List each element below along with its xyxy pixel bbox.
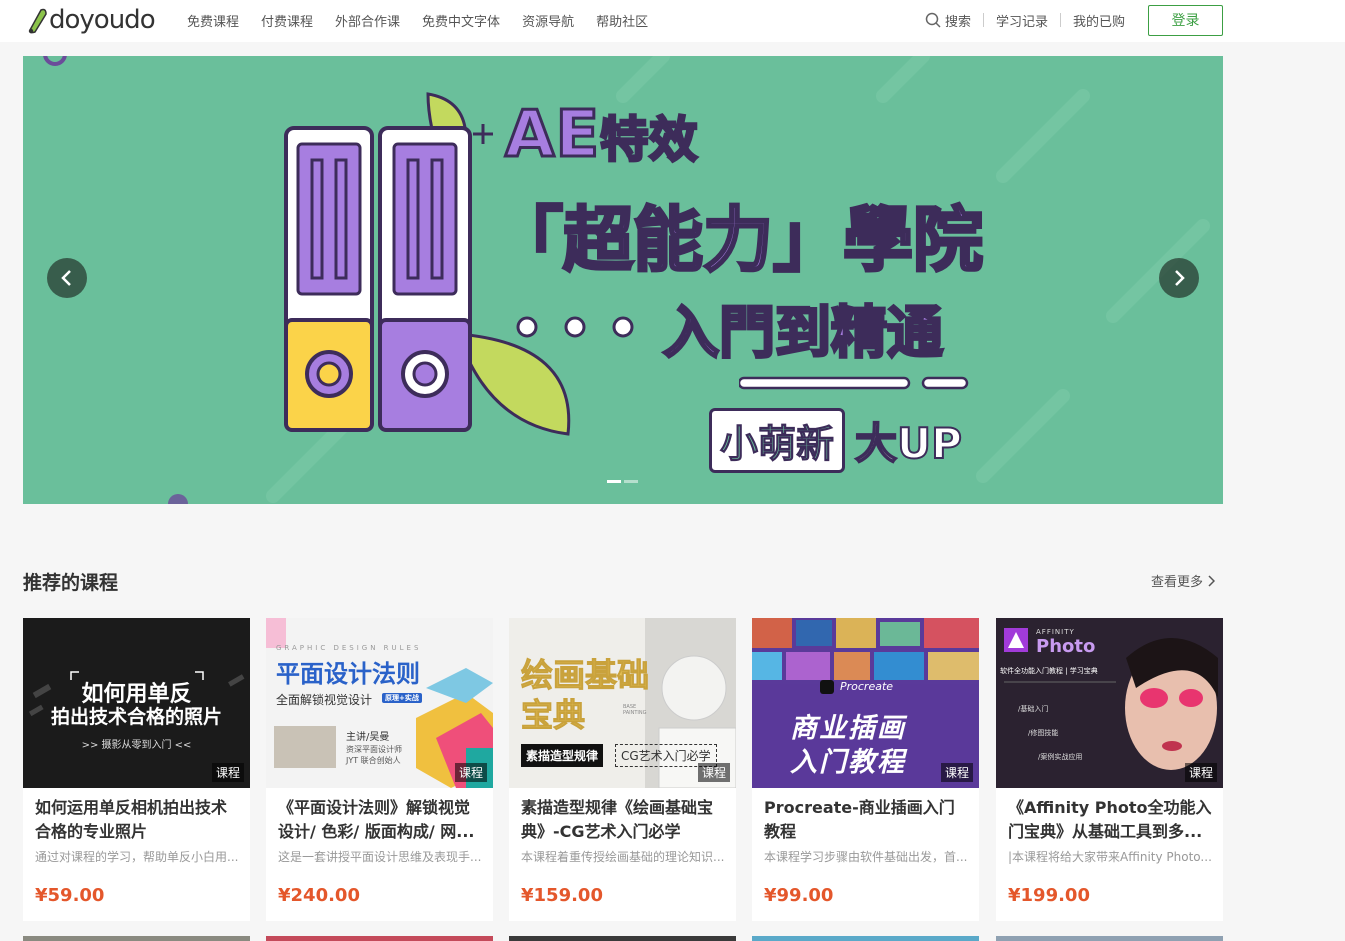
banner-badge-up: 大UP: [854, 418, 963, 469]
thumb-line: JYT 联合创始人: [346, 756, 401, 765]
banner-underline-decoration: [739, 376, 969, 390]
course-title[interactable]: 如何运用单反相机拍出技术合格的专业照片: [35, 796, 240, 844]
course-type-badge: 课程: [454, 763, 487, 782]
course-title[interactable]: 《Affinity Photo全功能入门宝典》从基础工具到多...: [1008, 796, 1213, 844]
course-title[interactable]: 《平面设计法则》解锁视觉设计/ 色彩/ 版面构成/ 网...: [278, 796, 483, 844]
banner-prev-button[interactable]: [47, 258, 87, 298]
thumb-line: 平面设计法则: [276, 660, 420, 688]
hero-banner[interactable]: AE特效 「超能力」學院 入門到精通 小萌新 大UP: [23, 56, 1223, 504]
thumb-line: 资深平面设计师: [346, 745, 402, 754]
thumb-line: GRAPHIC DESIGN RULES: [276, 644, 422, 652]
nav-community[interactable]: 帮助社区: [596, 11, 648, 30]
nav-resources[interactable]: 资源导航: [522, 11, 574, 30]
thumb-line: 拍出技术合格的照片: [50, 706, 222, 728]
next-course-card-peek[interactable]: [509, 936, 736, 941]
course-card[interactable]: GRAPHIC DESIGN RULES 平面设计法则 全面解锁视觉设计 原理+…: [266, 618, 493, 921]
thumb-line: 软件全功能入门教程 | 学习宝典: [1000, 667, 1098, 675]
thumb-line: 全面解锁视觉设计: [276, 693, 373, 707]
course-card[interactable]: 绘画基础 宝典 BASE PAINTING 素描造型规律 CG艺术入门必学 课程…: [509, 618, 736, 921]
course-price: ¥159.00: [521, 885, 603, 906]
thumb-line: Procreate: [840, 680, 894, 693]
thumb-line: >> 摄影从零到入门 <<: [81, 740, 192, 751]
course-title[interactable]: 素描造型规律《绘画基础宝典》-CG艺术入门必学: [521, 796, 726, 844]
thumb-line: 入门教程: [790, 747, 906, 778]
course-card[interactable]: 如何用单反 拍出技术合格的照片 >> 摄影从零到入门 << 课程 如何运用单反相…: [23, 618, 250, 921]
next-course-card-peek[interactable]: [752, 936, 979, 941]
course-price: ¥99.00: [764, 885, 834, 906]
chevron-left-icon: [61, 270, 71, 286]
nav-partner-courses[interactable]: 外部合作课: [335, 11, 400, 30]
course-description: 通过对课程的学习，帮助单反小白用...: [35, 850, 239, 864]
banner-dot-1[interactable]: [607, 480, 621, 483]
search-icon: [925, 12, 941, 28]
banner-dots-decoration: [516, 316, 634, 338]
thumb-line: Photo: [1036, 636, 1096, 657]
thumb-line: 原理+实战: [382, 693, 422, 703]
course-description: 这是一套讲授平面设计思维及表现手...: [278, 850, 482, 864]
course-type-badge: 课程: [211, 763, 244, 782]
top-header: doyoudo 免费课程 付费课程 外部合作课 免费中文字体 资源导航 帮助社区…: [0, 0, 1345, 42]
course-thumbnail: 如何用单反 拍出技术合格的照片 >> 摄影从零到入门 << 课程: [23, 618, 250, 788]
banner-next-button[interactable]: [1159, 258, 1199, 298]
course-card[interactable]: AFFINITY Photo 软件全功能入门教程 | 学习宝典 /基础入门 /修…: [996, 618, 1223, 921]
next-course-card-peek[interactable]: [996, 936, 1223, 941]
thumb-line: /案例实战应用: [1038, 753, 1083, 761]
banner-dot-2[interactable]: [624, 480, 638, 483]
course-title[interactable]: Procreate-商业插画入门教程: [764, 796, 969, 844]
banner-pagination: [607, 480, 641, 483]
learning-history-link[interactable]: 学习记录: [996, 11, 1048, 30]
banner-title-line3: 入門到精通: [662, 300, 945, 368]
banner-badge: 小萌新 大UP: [709, 408, 963, 473]
site-logo[interactable]: doyoudo: [26, 4, 156, 36]
login-button[interactable]: 登录: [1148, 4, 1223, 36]
course-type-badge: 课程: [940, 763, 973, 782]
next-course-card-peek[interactable]: [23, 936, 250, 941]
course-thumbnail: GRAPHIC DESIGN RULES 平面设计法则 全面解锁视觉设计 原理+…: [266, 618, 493, 788]
course-type-badge: 课程: [1184, 763, 1217, 782]
thumb-line: /修图技能: [1028, 729, 1059, 737]
banner-title-line2: 「超能力」學院: [492, 198, 985, 283]
nav-free-fonts[interactable]: 免费中文字体: [422, 11, 500, 30]
main-nav: 免费课程 付费课程 外部合作课 免费中文字体 资源导航 帮助社区: [176, 0, 659, 40]
see-more-link[interactable]: 查看更多: [1151, 571, 1216, 590]
thumb-line: 素描造型规律: [521, 744, 604, 767]
purchased-link[interactable]: 我的已购: [1073, 11, 1125, 30]
divider: [1059, 13, 1061, 27]
thumb-line: /基础入门: [1018, 705, 1049, 713]
nav-paid-courses[interactable]: 付费课程: [261, 11, 313, 30]
course-description: |本课程将给大家带来Affinity Photo...: [1008, 850, 1212, 864]
divider: [982, 13, 984, 27]
thumb-line: BASE PAINTING: [623, 704, 647, 716]
logo-leaf-icon: [28, 8, 47, 34]
course-price: ¥59.00: [35, 885, 105, 906]
chevron-right-icon: [1175, 270, 1185, 286]
search-button[interactable]: 搜索: [925, 11, 971, 30]
course-thumbnail: Procreate 商业插画 入门教程 课程: [752, 618, 979, 788]
course-thumbnail: AFFINITY Photo 软件全功能入门教程 | 学习宝典 /基础入门 /修…: [996, 618, 1223, 788]
course-price: ¥240.00: [278, 885, 360, 906]
course-price: ¥199.00: [1008, 885, 1090, 906]
banner-title-line1: AE特效: [503, 97, 699, 174]
header-actions: 搜索 学习记录 我的已购 登录: [925, 0, 1345, 40]
course-type-badge: 课程: [697, 763, 730, 782]
next-course-card-peek[interactable]: [266, 936, 493, 941]
thumb-line: 宝典: [520, 696, 586, 735]
thumb-line: AFFINITY: [1036, 628, 1075, 636]
logo-text: doyoudo: [49, 5, 156, 35]
see-more-label: 查看更多: [1151, 575, 1204, 590]
course-thumbnail: 绘画基础 宝典 BASE PAINTING 素描造型规律 CG艺术入门必学 课程: [509, 618, 736, 788]
section-title: 推荐的课程: [23, 572, 119, 594]
course-card[interactable]: Procreate 商业插画 入门教程 课程 Procreate-商业插画入门教…: [752, 618, 979, 921]
banner-badge-box: 小萌新: [709, 408, 846, 473]
thumb-line: 主讲/吴曼: [346, 732, 390, 743]
search-label: 搜索: [944, 14, 971, 30]
nav-free-courses[interactable]: 免费课程: [187, 11, 239, 30]
course-description: 本课程着重传授绘画基础的理论知识...: [521, 850, 725, 864]
course-description: 本课程学习步骤由软件基础出发，首...: [764, 850, 968, 864]
chevron-right-icon: [1208, 574, 1216, 587]
